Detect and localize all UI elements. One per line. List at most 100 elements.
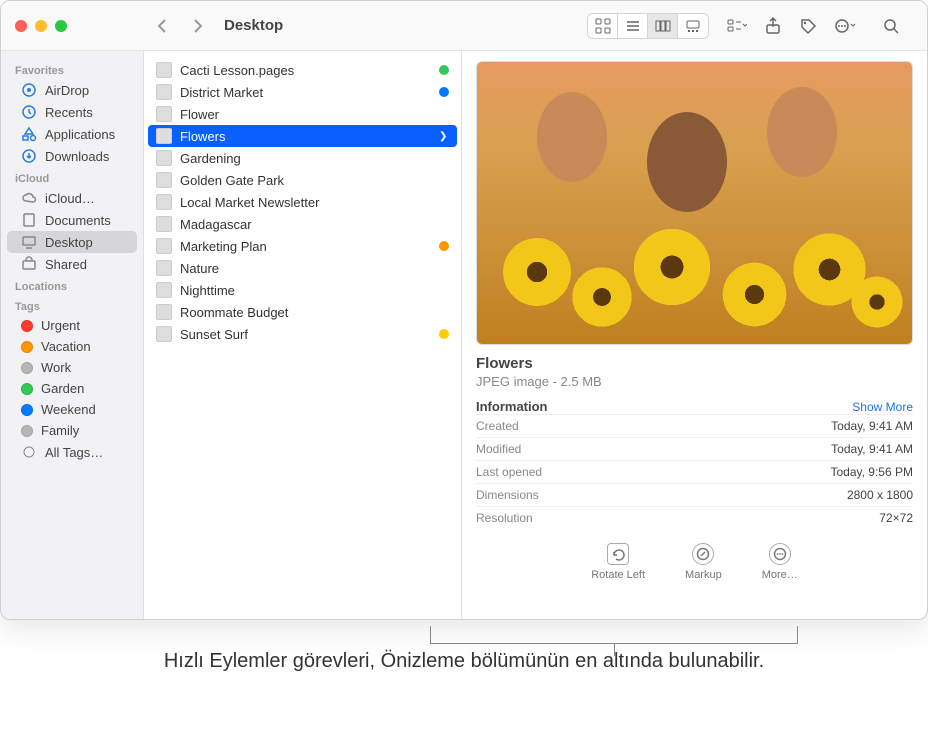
icon-view-button[interactable] <box>588 14 618 38</box>
file-icon <box>156 84 172 100</box>
tag-dot <box>21 383 33 395</box>
tag-dot <box>21 341 33 353</box>
file-row[interactable]: Madagascar <box>148 213 457 235</box>
sidebar: Favorites AirDropRecentsApplicationsDown… <box>1 51 144 619</box>
airdrop-icon <box>21 82 37 98</box>
zoom-window-button[interactable] <box>55 20 67 32</box>
preview-pane: Flowers JPEG image - 2.5 MB Information … <box>462 51 927 619</box>
file-icon <box>156 260 172 276</box>
sidebar-item-label: Garden <box>41 381 84 396</box>
sidebar-item-icloud…[interactable]: iCloud… <box>7 187 137 209</box>
sidebar-item-shared[interactable]: Shared <box>7 253 137 275</box>
share-button[interactable] <box>759 14 787 38</box>
file-row[interactable]: Flowers❯ <box>148 125 457 147</box>
sidebar-item-recents[interactable]: Recents <box>7 101 137 123</box>
file-name: Roommate Budget <box>180 305 431 320</box>
nav-buttons <box>144 18 206 34</box>
file-row[interactable]: District Market <box>148 81 457 103</box>
sidebar-tag-all tags…[interactable]: All Tags… <box>7 441 137 463</box>
view-switcher <box>587 13 709 39</box>
sidebar-tag-vacation[interactable]: Vacation <box>7 336 137 357</box>
file-tag-dot <box>439 241 449 251</box>
sidebar-item-desktop[interactable]: Desktop <box>7 231 137 253</box>
file-row[interactable]: Cacti Lesson.pages <box>148 59 457 81</box>
file-row[interactable]: Roommate Budget <box>148 301 457 323</box>
info-key: Last opened <box>476 465 542 479</box>
callout-bracket <box>430 626 798 644</box>
gallery-view-button[interactable] <box>678 14 708 38</box>
caption-text: Hızlı Eylemler görevleri, Önizleme bölüm… <box>164 650 764 672</box>
sidebar-item-downloads[interactable]: Downloads <box>7 145 137 167</box>
sidebar-item-documents[interactable]: Documents <box>7 209 137 231</box>
file-icon <box>156 62 172 78</box>
titlebar: Desktop <box>1 1 927 51</box>
tag-dot <box>21 404 33 416</box>
sidebar-item-label: Downloads <box>45 149 109 164</box>
forward-button[interactable] <box>190 18 206 34</box>
preview-filename: Flowers <box>476 355 913 372</box>
show-more-link[interactable]: Show More <box>852 400 913 414</box>
sidebar-tag-work[interactable]: Work <box>7 357 137 378</box>
sidebar-item-label: All Tags… <box>45 445 103 460</box>
file-row[interactable]: Flower <box>148 103 457 125</box>
file-row[interactable]: Golden Gate Park <box>148 169 457 191</box>
info-row: Resolution 72×72 <box>476 506 913 529</box>
sidebar-item-airdrop[interactable]: AirDrop <box>7 79 137 101</box>
file-name: Flower <box>180 107 431 122</box>
doc-icon <box>21 212 37 228</box>
list-view-button[interactable] <box>618 14 648 38</box>
info-key: Resolution <box>476 511 533 525</box>
column-view-button[interactable] <box>648 14 678 38</box>
sidebar-item-label: Weekend <box>41 402 96 417</box>
file-name: Golden Gate Park <box>180 173 431 188</box>
file-row[interactable]: Sunset Surf <box>148 323 457 345</box>
tags-button[interactable] <box>795 14 823 38</box>
sidebar-item-applications[interactable]: Applications <box>7 123 137 145</box>
quick-action-markup[interactable]: Markup <box>685 543 722 581</box>
minimize-window-button[interactable] <box>35 20 47 32</box>
info-row: Last openedToday, 9:56 PM <box>476 460 913 483</box>
sidebar-tag-urgent[interactable]: Urgent <box>7 315 137 336</box>
file-tag-dot <box>439 329 449 339</box>
all-tags-icon <box>21 444 37 460</box>
quick-action-label: More… <box>762 569 798 581</box>
sidebar-tag-family[interactable]: Family <box>7 420 137 441</box>
cloud-icon <box>21 190 37 206</box>
close-window-button[interactable] <box>15 20 27 32</box>
file-column: Cacti Lesson.pages District Market Flower F… <box>144 51 462 619</box>
file-row[interactable]: Nighttime <box>148 279 457 301</box>
download-icon <box>21 148 37 164</box>
sidebar-tag-garden[interactable]: Garden <box>7 378 137 399</box>
file-icon <box>156 326 172 342</box>
more-icon <box>769 543 791 565</box>
quick-action-rotate[interactable]: Rotate Left <box>591 543 645 581</box>
file-row[interactable]: Gardening <box>148 147 457 169</box>
file-icon <box>156 106 172 122</box>
info-value: 72×72 <box>879 511 913 525</box>
file-name: Gardening <box>180 151 431 166</box>
sidebar-item-label: Family <box>41 423 79 438</box>
info-row: Created Today, 9:41 AM <box>476 414 913 437</box>
file-row[interactable]: Nature <box>148 257 457 279</box>
quick-action-more[interactable]: More… <box>762 543 798 581</box>
desktop-icon <box>21 234 37 250</box>
file-name: District Market <box>180 85 431 100</box>
info-key: Created <box>476 419 519 433</box>
markup-icon <box>692 543 714 565</box>
file-icon <box>156 128 172 144</box>
group-button[interactable] <box>723 14 751 38</box>
search-button[interactable] <box>877 14 905 38</box>
sidebar-tag-weekend[interactable]: Weekend <box>7 399 137 420</box>
sidebar-item-label: Documents <box>45 213 111 228</box>
info-value: Today, 9:41 AM <box>831 419 913 433</box>
sidebar-section-tags: Tags <box>1 295 143 315</box>
file-icon <box>156 172 172 188</box>
chevron-right-icon: ❯ <box>439 131 449 142</box>
file-row[interactable]: Local Market Newsletter <box>148 191 457 213</box>
file-row[interactable]: Marketing Plan <box>148 235 457 257</box>
action-button[interactable] <box>831 14 859 38</box>
back-button[interactable] <box>154 18 170 34</box>
info-value: Today, 9:41 AM <box>831 442 913 456</box>
sidebar-item-label: Applications <box>45 127 115 142</box>
window-controls <box>1 20 144 32</box>
